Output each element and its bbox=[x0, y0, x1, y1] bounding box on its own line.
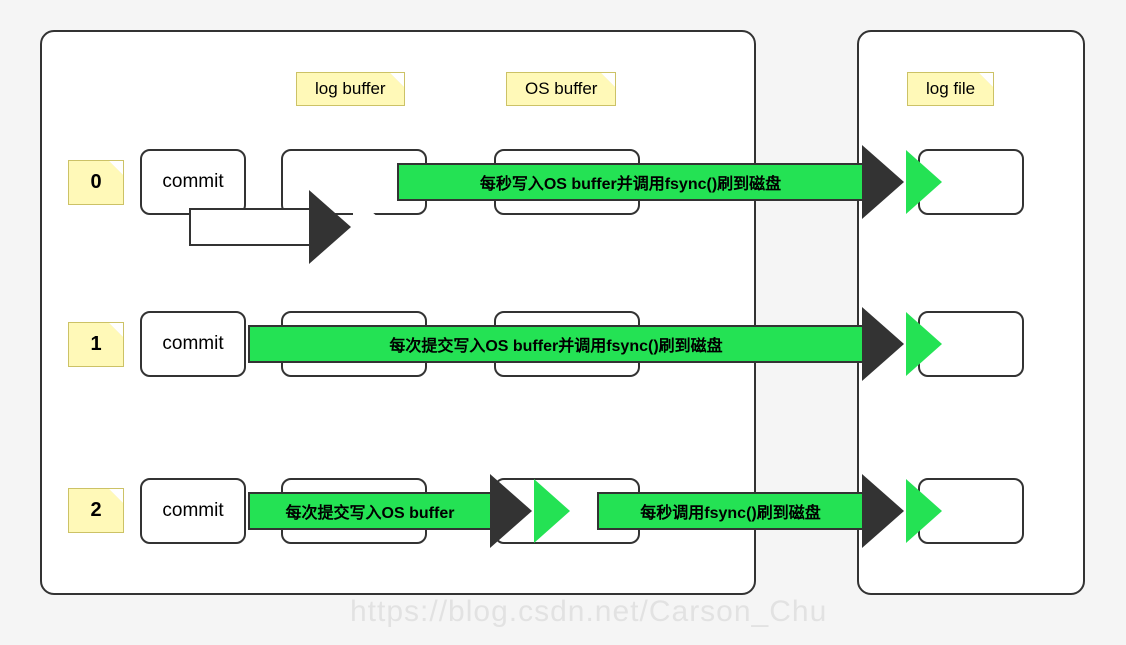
arrow-head-icon bbox=[862, 145, 904, 219]
arrow-label bbox=[189, 208, 309, 246]
arrow-head-icon bbox=[862, 474, 904, 548]
header-note-log-buffer: log buffer bbox=[296, 72, 405, 106]
arrow-mode0-commit-to-logbuffer bbox=[189, 190, 351, 264]
arrow-mode1: 每次提交写入OS buffer并调用fsync()刷到磁盘 bbox=[248, 307, 904, 381]
mode-label-2: 2 bbox=[68, 488, 124, 533]
header-note-log-file: log file bbox=[907, 72, 994, 106]
arrow-mode2-fsync: 每秒调用fsync()刷到磁盘 bbox=[597, 474, 904, 548]
arrow-mode2-write: 每次提交写入OS buffer bbox=[248, 474, 532, 548]
commit-box-2: commit bbox=[140, 478, 246, 544]
arrow-label: 每次提交写入OS buffer并调用fsync()刷到磁盘 bbox=[248, 325, 862, 363]
arrow-head-icon bbox=[490, 474, 532, 548]
arrow-head-icon bbox=[862, 307, 904, 381]
arrow-label: 每秒写入OS buffer并调用fsync()刷到磁盘 bbox=[397, 163, 862, 201]
arrow-label: 每次提交写入OS buffer bbox=[248, 492, 490, 530]
arrow-head-icon bbox=[309, 190, 351, 264]
mode-label-1: 1 bbox=[68, 322, 124, 367]
header-note-os-buffer: OS buffer bbox=[506, 72, 616, 106]
arrow-mode0-fsync: 每秒写入OS buffer并调用fsync()刷到磁盘 bbox=[397, 145, 904, 219]
arrow-label: 每秒调用fsync()刷到磁盘 bbox=[597, 492, 862, 530]
commit-box-1: commit bbox=[140, 311, 246, 377]
mode-label-0: 0 bbox=[68, 160, 124, 205]
watermark-text: https://blog.csdn.net/Carson_Chu bbox=[350, 595, 827, 629]
